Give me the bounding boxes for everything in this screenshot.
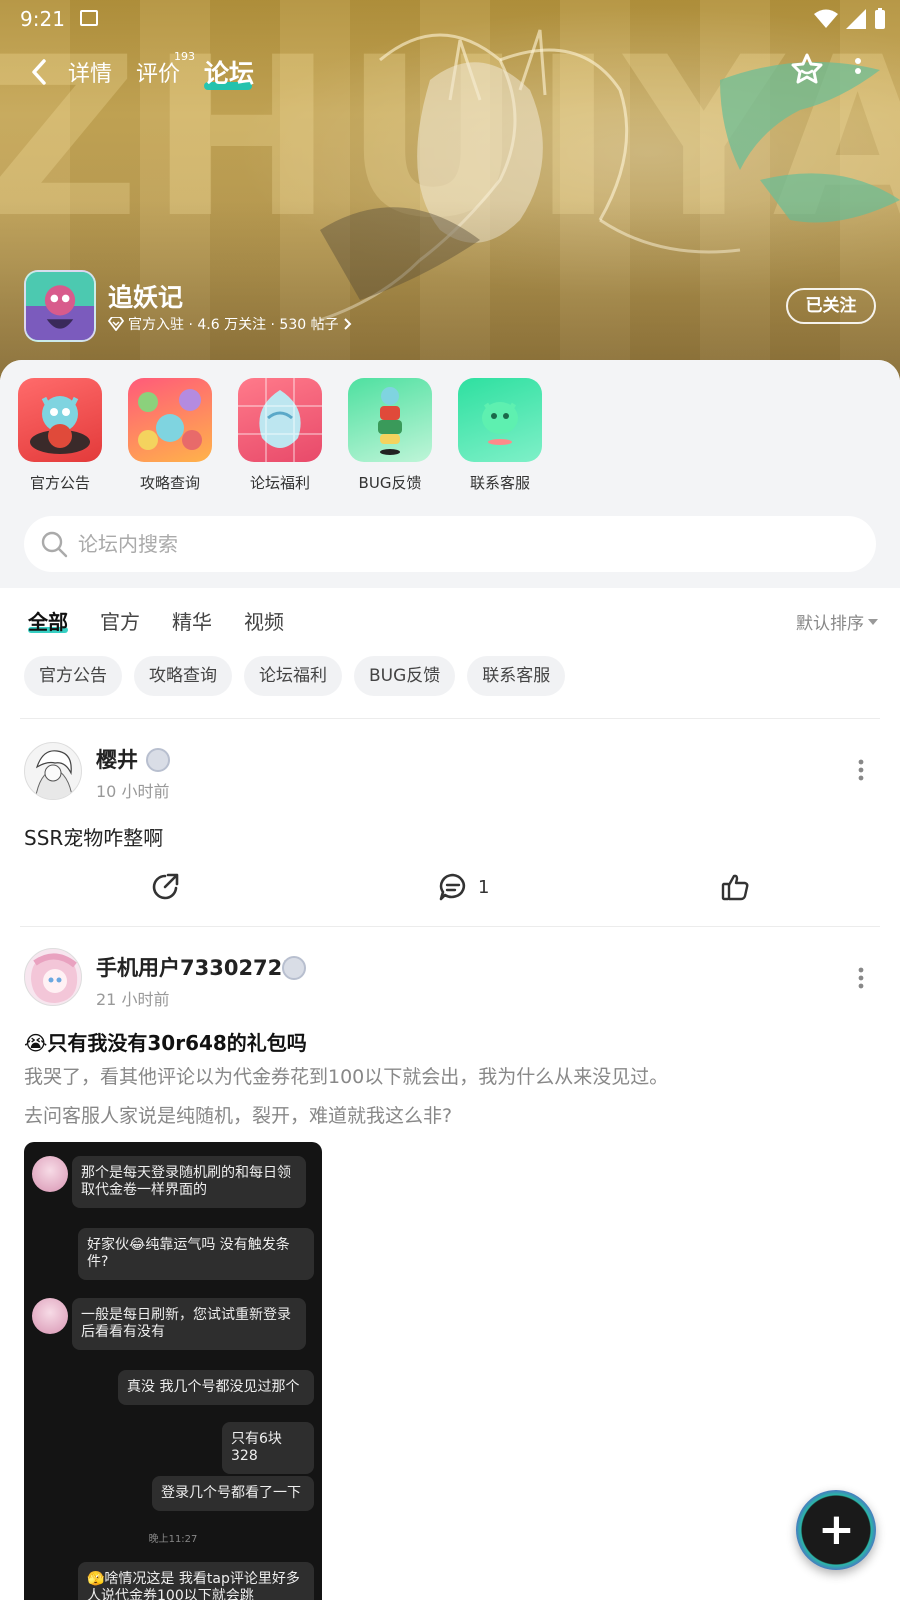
chip-contact-support[interactable]: 联系客服 <box>467 656 566 696</box>
post-body[interactable]: 我哭了，看其他评论以为代金券花到100以下就会出，我为什么从来没见过。 去问客服… <box>24 1058 864 1136</box>
chat-message: 真没 我几个号都没见过那个 <box>118 1370 314 1405</box>
filter-tab-official[interactable]: 官方 <box>100 606 140 635</box>
shortcut-label: 攻略查询 <box>139 474 200 492</box>
status-bar: 9:21 <box>0 0 900 36</box>
chip-forum-benefits[interactable]: 论坛福利 <box>244 656 342 696</box>
shortcut-contact-support[interactable]: 联系客服 <box>458 378 542 493</box>
chat-avatar <box>32 1156 68 1192</box>
game-icon[interactable] <box>24 270 96 342</box>
post-image[interactable]: 那个是每天登录随机刷的和每日领取代金卷一样界面的 好家伙😂纯靠运气吗 没有触发条… <box>24 1142 322 1600</box>
filter-tab-all[interactable]: 全部 <box>28 606 68 635</box>
contact-support-icon <box>458 378 542 462</box>
shortcut-label: 论坛福利 <box>249 474 310 492</box>
tab-forum[interactable]: 论坛 <box>204 54 254 90</box>
chevron-right-icon <box>343 318 352 330</box>
wifi-icon <box>814 9 838 28</box>
game-name: 追妖记 <box>108 283 184 312</box>
star-icon[interactable] <box>790 52 824 86</box>
shortcut-label: 官方公告 <box>29 474 90 492</box>
guide-search-icon <box>128 378 212 462</box>
image-notification-icon <box>80 10 98 26</box>
shortcut-bug-report[interactable]: BUG反馈 <box>348 378 432 493</box>
review-count-badge: 193 <box>174 50 195 63</box>
post-content[interactable]: SSR宠物咋整啊 <box>24 822 163 851</box>
follow-button[interactable]: 已关注 <box>786 288 876 324</box>
filter-tab-video[interactable]: 视频 <box>244 606 284 635</box>
filter-tab-essence[interactable]: 精华 <box>172 606 212 635</box>
post-author[interactable]: 手机用户73302721 <box>96 952 297 982</box>
shortcut-label: BUG反馈 <box>358 474 422 492</box>
signal-icon <box>846 9 866 29</box>
chip-official-notice[interactable]: 官方公告 <box>24 656 122 696</box>
thumbs-up-icon <box>721 874 749 901</box>
chat-message: 一般是每日刷新，您试试重新登录后看看有没有 <box>72 1298 306 1350</box>
shortcut-list: 官方公告 攻略查询 论坛福利 BUG反馈 联系客服 <box>18 378 542 493</box>
comment-button[interactable]: 1 <box>438 872 489 902</box>
game-meta[interactable]: 官方入驻 · 4.6 万关注 · 530 帖子 <box>108 314 353 334</box>
comment-count: 1 <box>478 876 490 898</box>
sort-label: 默认排序 <box>796 614 864 634</box>
more-vertical-icon[interactable] <box>848 56 868 86</box>
tab-detail[interactable]: 详情 <box>68 56 112 88</box>
shortcut-guide-search[interactable]: 攻略查询 <box>128 378 212 493</box>
plus-icon: + <box>818 1504 855 1555</box>
caret-down-icon <box>868 618 878 625</box>
avatar[interactable] <box>24 742 82 800</box>
post-time: 21 小时前 <box>96 990 170 1009</box>
official-notice-icon <box>18 378 102 462</box>
shortcut-official-notice[interactable]: 官方公告 <box>18 378 102 493</box>
status-time: 9:21 <box>20 7 65 31</box>
divider <box>20 926 880 927</box>
search-icon <box>41 531 68 558</box>
sort-dropdown[interactable]: 默认排序 <box>796 609 878 634</box>
battery-icon <box>875 8 885 29</box>
share-button[interactable] <box>150 872 180 902</box>
like-button[interactable] <box>720 872 750 902</box>
topic-chips: 官方公告 攻略查询 论坛福利 BUG反馈 联系客服 <box>24 656 566 696</box>
post-body-line: 去问客服人家说是纯随机，裂开，难道就我这么非? <box>24 1105 453 1127</box>
chat-avatar <box>32 1298 68 1334</box>
chat-message: 只有6块328 <box>222 1422 314 1474</box>
more-vertical-icon[interactable] <box>857 966 865 990</box>
shortcut-label: 联系客服 <box>469 474 530 492</box>
chat-message: 登录几个号都看了一下 <box>152 1476 314 1511</box>
chip-guide-search[interactable]: 攻略查询 <box>134 656 232 696</box>
share-icon <box>152 873 179 900</box>
bug-report-icon <box>348 378 432 462</box>
avatar[interactable] <box>24 948 82 1006</box>
game-meta-text: 官方入驻 · 4.6 万关注 · 530 帖子 <box>128 317 339 333</box>
shortcut-forum-benefits[interactable]: 论坛福利 <box>238 378 322 493</box>
verified-icon <box>282 956 306 980</box>
more-vertical-icon[interactable] <box>857 758 865 782</box>
post-body-line: 我哭了，看其他评论以为代金券花到100以下就会出，我为什么从来没见过。 <box>24 1066 669 1088</box>
comment-icon <box>439 873 466 901</box>
post-time: 10 小时前 <box>96 782 170 801</box>
post-author[interactable]: 樱井 <box>96 744 138 774</box>
forum-search-box[interactable] <box>24 516 876 572</box>
chat-message: 🫣啥情况这是 我看tap评论里好多人说代金券100以下就会跳 <box>78 1562 314 1600</box>
search-input[interactable] <box>78 524 838 564</box>
verified-icon <box>146 748 170 772</box>
post-title[interactable]: 😭只有我没有30r648的礼包吗 <box>24 1027 307 1056</box>
chip-bug-report[interactable]: BUG反馈 <box>354 656 456 696</box>
back-button[interactable] <box>24 56 56 88</box>
diamond-icon <box>108 317 124 331</box>
chat-message: 那个是每天登录随机刷的和每日领取代金卷一样界面的 <box>72 1156 306 1208</box>
create-post-button[interactable]: + <box>796 1490 876 1570</box>
forum-benefits-icon <box>238 378 322 462</box>
chat-timestamp: 晚上11:27 <box>148 1534 198 1545</box>
top-navigation: 详情 评价 193 论坛 <box>0 48 900 96</box>
chat-message: 好家伙😂纯靠运气吗 没有触发条件? <box>78 1228 314 1280</box>
divider <box>20 718 880 719</box>
